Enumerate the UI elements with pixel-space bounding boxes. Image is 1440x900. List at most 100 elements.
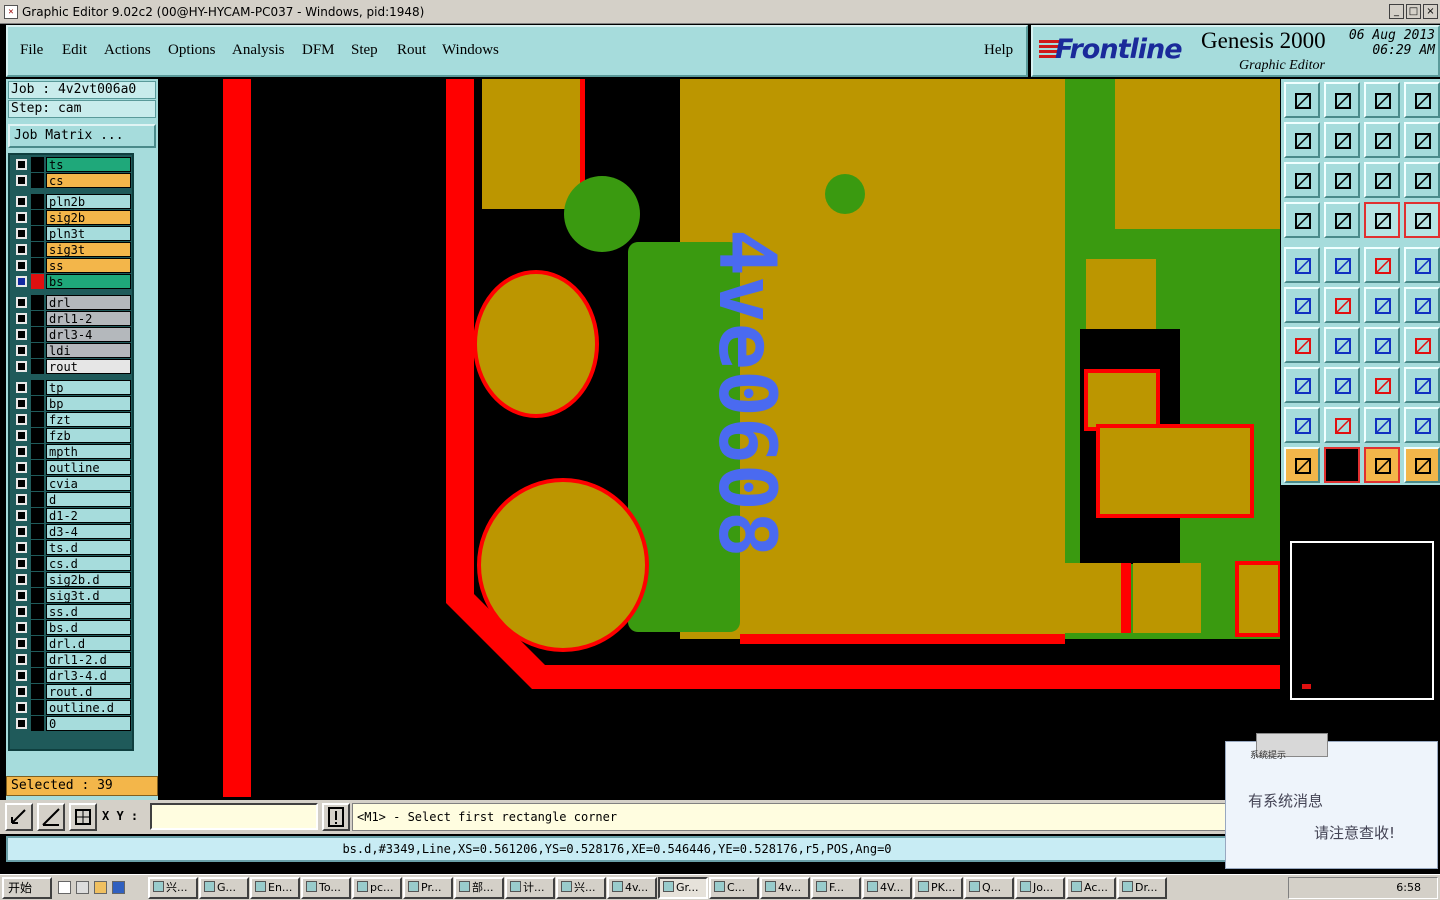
layer-row[interactable]: cs [11, 173, 133, 188]
line-tool-button[interactable] [1364, 287, 1400, 323]
layer-row[interactable]: outline [11, 460, 133, 475]
layer-checkbox[interactable] [16, 510, 27, 521]
layer-checkbox[interactable] [16, 175, 27, 186]
layer-checkbox[interactable] [16, 398, 27, 409]
export-tool-button[interactable] [1324, 122, 1360, 158]
system-notification[interactable]: 系统提示 有系统消息 请注意查收! [1225, 733, 1438, 869]
nodes-tool-button[interactable] [1284, 287, 1320, 323]
zoom-tool-button[interactable] [5, 803, 33, 831]
layer-row[interactable]: drl.d [11, 636, 133, 651]
layer-checkbox[interactable] [16, 462, 27, 473]
help-tool-button[interactable] [1404, 162, 1440, 198]
angle-tool-button[interactable] [1324, 407, 1360, 443]
symbol-tool-button[interactable] [1404, 122, 1440, 158]
layer-row[interactable]: cvia [11, 476, 133, 491]
layer-row[interactable]: tp [11, 380, 133, 395]
xy-input[interactable] [150, 803, 318, 830]
taskbar-task[interactable]: Dr... [1117, 877, 1167, 899]
layer-row[interactable]: mpth [11, 444, 133, 459]
group-tool-button[interactable] [1404, 367, 1440, 403]
layers-tool-button[interactable] [1364, 202, 1400, 238]
layer-row[interactable]: drl3-4 [11, 327, 133, 342]
cross-tool-button[interactable] [1324, 287, 1360, 323]
layer-checkbox[interactable] [16, 526, 27, 537]
layer-row[interactable]: sig3t [11, 242, 133, 257]
layer-checkbox[interactable] [16, 276, 27, 287]
layer-row[interactable]: pln2b [11, 194, 133, 209]
menu-windows[interactable]: Windows [442, 42, 499, 59]
layer-checkbox[interactable] [16, 670, 27, 681]
taskbar-task[interactable]: 部... [454, 877, 504, 899]
menu-options[interactable]: Options [168, 42, 216, 59]
layer-checkbox[interactable] [16, 430, 27, 441]
layer-checkbox[interactable] [16, 542, 27, 553]
menu-actions[interactable]: Actions [104, 42, 151, 59]
maximize-button[interactable]: □ [1406, 4, 1421, 19]
taskbar-task[interactable]: F... [811, 877, 861, 899]
layer-checkbox[interactable] [16, 329, 27, 340]
layer-row[interactable]: d1-2 [11, 508, 133, 523]
arrow-b-tool-button[interactable] [1404, 407, 1440, 443]
layer-row[interactable]: sig2b.d [11, 572, 133, 587]
tools-tool-button[interactable] [1284, 202, 1320, 238]
taskbar-task[interactable]: 计... [505, 877, 555, 899]
layer-checkbox[interactable] [16, 446, 27, 457]
taskbar-task[interactable]: Jo... [1015, 877, 1065, 899]
taskbar-task[interactable]: PK... [913, 877, 963, 899]
layer-row[interactable]: drl1-2 [11, 311, 133, 326]
vertex-tool-button[interactable] [1284, 367, 1320, 403]
layer-checkbox[interactable] [16, 382, 27, 393]
layer-row[interactable]: ldi [11, 343, 133, 358]
select-box-tool-button[interactable] [1364, 447, 1400, 483]
layer-checkbox[interactable] [16, 622, 27, 633]
layer-row[interactable]: bs.d [11, 620, 133, 635]
dot-tool-button[interactable] [1404, 247, 1440, 283]
taskbar-task[interactable]: 兴... [148, 877, 198, 899]
zoom-tool-button[interactable] [1324, 162, 1360, 198]
layer-checkbox[interactable] [16, 654, 27, 665]
layer-checkbox[interactable] [16, 196, 27, 207]
layer-row[interactable]: ts.d [11, 540, 133, 555]
layer-checkbox[interactable] [16, 345, 27, 356]
minimap[interactable] [1281, 485, 1440, 743]
taskbar-task[interactable]: 4V... [862, 877, 912, 899]
layer-row[interactable]: ss [11, 258, 133, 273]
close-button[interactable]: × [1423, 4, 1438, 19]
layer-checkbox[interactable] [16, 260, 27, 271]
triangle-tool-button[interactable] [1284, 407, 1320, 443]
layer-checkbox[interactable] [16, 702, 27, 713]
menu-rout[interactable]: Rout [397, 42, 426, 59]
select-tool-button[interactable] [1324, 447, 1360, 483]
layer-row[interactable]: sig2b [11, 210, 133, 225]
layer-row[interactable]: cs.d [11, 556, 133, 571]
layer-checkbox[interactable] [16, 212, 27, 223]
undo-tool-button[interactable] [1364, 122, 1400, 158]
layer-checkbox[interactable] [16, 590, 27, 601]
menu-edit[interactable]: Edit [62, 42, 87, 59]
taskbar-task[interactable]: To... [301, 877, 351, 899]
taskbar-task[interactable]: Gr... [658, 877, 708, 899]
grid-tool-button[interactable] [69, 803, 97, 831]
polygon-tool-button[interactable] [1324, 247, 1360, 283]
layer-row[interactable]: ts [11, 157, 133, 172]
layer-row[interactable]: sig3t.d [11, 588, 133, 603]
taskbar-task[interactable]: 4v... [760, 877, 810, 899]
save-tool-button[interactable] [1324, 82, 1360, 118]
layer-row[interactable]: fzb [11, 428, 133, 443]
layer-row[interactable]: drl1-2.d [11, 652, 133, 667]
minimize-button[interactable]: _ [1389, 4, 1404, 19]
taskbar-task[interactable]: pc... [352, 877, 402, 899]
mirror-tool-button[interactable] [1404, 327, 1440, 363]
layer-row[interactable]: pln3t [11, 226, 133, 241]
layer-checkbox[interactable] [16, 494, 27, 505]
layer-checkbox[interactable] [16, 228, 27, 239]
layer-row[interactable]: d3-4 [11, 524, 133, 539]
taskbar-task[interactable]: Q... [964, 877, 1014, 899]
pan-tool-button[interactable] [1404, 447, 1440, 483]
layer-checkbox[interactable] [16, 574, 27, 585]
taskbar-task[interactable]: 4v... [607, 877, 657, 899]
layer-row[interactable]: bs [11, 274, 133, 289]
rotate-tool-button[interactable] [1364, 327, 1400, 363]
layer-row[interactable]: drl3-4.d [11, 668, 133, 683]
layer-row[interactable]: drl [11, 295, 133, 310]
